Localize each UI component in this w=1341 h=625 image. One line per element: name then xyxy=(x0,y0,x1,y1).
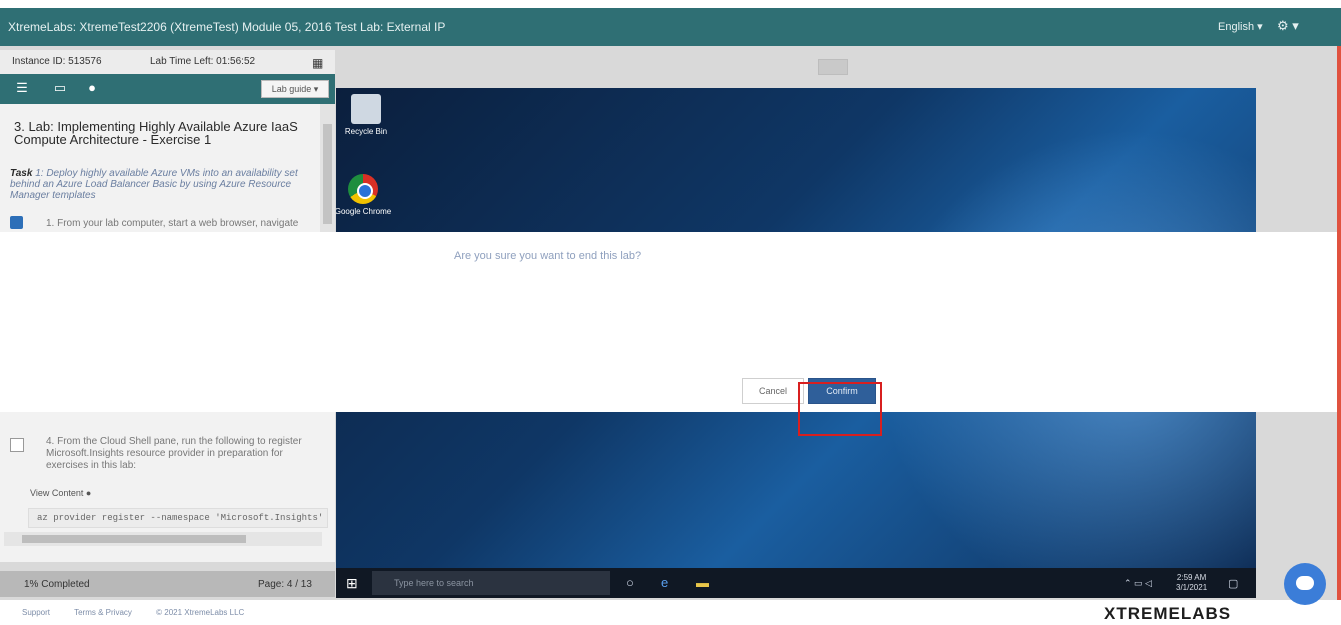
task-description: Task 1: Deploy highly available Azure VM… xyxy=(10,168,320,201)
cancel-button[interactable]: Cancel xyxy=(742,378,804,404)
horizontal-scrollbar[interactable] xyxy=(4,532,322,546)
horizontal-scrollbar-thumb[interactable] xyxy=(22,535,246,543)
edge-icon[interactable]: e xyxy=(661,575,668,590)
language-menu[interactable]: English ▾ xyxy=(1218,20,1263,33)
chrome-shortcut[interactable]: Google Chrome xyxy=(336,174,393,216)
lab-window: XtremeLabs: XtremeTest2206 (XtremeTest) … xyxy=(0,0,1341,625)
time-left: Lab Time Left: 01:56:52 xyxy=(150,56,256,67)
end-lab-dialog: Are you sure you want to end this lab? C… xyxy=(0,232,1337,412)
clock-time: 2:59 AM xyxy=(1176,573,1207,582)
title-bar: XtremeLabs: XtremeTest2206 (XtremeTest) … xyxy=(0,8,1341,46)
chrome-icon xyxy=(348,174,378,204)
step-1-text: 1. From your lab computer, start a web b… xyxy=(46,218,299,229)
recycle-bin-icon xyxy=(351,94,381,124)
windows-start-icon[interactable]: ⊞ xyxy=(346,575,358,592)
task-text: 1: Deploy highly available Azure VMs int… xyxy=(10,168,298,201)
xtremelabs-logo: XTREMELABS xyxy=(1104,604,1232,623)
keyboard-icon[interactable]: ▭ xyxy=(50,79,70,97)
progress-text: 1% Completed xyxy=(24,579,90,590)
notification-icon[interactable]: ▢ xyxy=(1228,577,1238,590)
chat-button[interactable] xyxy=(1284,563,1326,605)
step-4-checkbox[interactable] xyxy=(10,438,24,452)
chrome-label: Google Chrome xyxy=(336,207,392,216)
chat-icon xyxy=(1296,576,1314,590)
copyright-text: © 2021 XtremeLabs LLC xyxy=(156,608,245,617)
calendar-icon[interactable]: ▦ xyxy=(312,56,323,70)
vm-control-button[interactable] xyxy=(818,59,848,75)
footer-links: Support Terms & Privacy © 2021 XtremeLab… xyxy=(22,608,266,617)
taskbar-clock[interactable]: 2:59 AM 3/1/2021 xyxy=(1176,573,1207,593)
taskbar-search[interactable]: Type here to search xyxy=(372,571,610,595)
instance-id: Instance ID: 513576 xyxy=(12,56,102,67)
vm-taskbar: ⊞ Type here to search ○ e ▬ ⌃ ▭ ◁ 2:59 A… xyxy=(336,568,1256,598)
guide-select[interactable]: Lab guide ▾ xyxy=(261,80,329,98)
file-explorer-icon[interactable]: ▬ xyxy=(696,575,709,590)
user-menu[interactable]: ⚙ ▾ xyxy=(1277,18,1299,34)
vm-top-bar xyxy=(336,50,1256,88)
page-indicator: Page: 4 / 13 xyxy=(258,579,312,590)
terms-link[interactable]: Terms & Privacy xyxy=(74,608,132,617)
window-title: XtremeLabs: XtremeTest2206 (XtremeTest) … xyxy=(8,20,446,34)
right-edge-border xyxy=(1337,46,1341,606)
task-label: Task xyxy=(10,168,33,179)
guide-footer: 1% Completed Page: 4 / 13 xyxy=(0,571,335,597)
view-content-toggle[interactable]: View Content ● xyxy=(30,488,91,498)
dialog-message: Are you sure you want to end this lab? xyxy=(454,250,642,262)
lab-guide-content: 3. Lab: Implementing Highly Available Az… xyxy=(0,104,335,232)
tray-icons[interactable]: ⌃ ▭ ◁ xyxy=(1124,578,1152,589)
recycle-bin-shortcut[interactable]: Recycle Bin xyxy=(336,94,396,136)
recycle-bin-label: Recycle Bin xyxy=(344,127,388,136)
lab-guide-steps: 4. From the Cloud Shell pane, run the fo… xyxy=(0,412,335,562)
clock-date: 3/1/2021 xyxy=(1176,583,1208,592)
support-link[interactable]: Support xyxy=(22,608,50,617)
guide-scrollbar[interactable] xyxy=(320,104,335,232)
code-snippet[interactable]: az provider register --namespace 'Micros… xyxy=(28,508,328,528)
guide-toolbar: ☰ ▭ ● Lab guide ▾ xyxy=(0,74,335,104)
step-1-checkbox[interactable] xyxy=(10,216,23,229)
info-icon[interactable]: ● xyxy=(82,79,102,97)
lab-info-bar: Instance ID: 513576 Lab Time Left: 01:56… xyxy=(0,50,335,74)
task-view-icon[interactable]: ○ xyxy=(626,575,634,590)
lab-title: 3. Lab: Implementing Highly Available Az… xyxy=(14,119,298,147)
confirm-highlight-box xyxy=(798,382,882,436)
scrollbar-thumb[interactable] xyxy=(323,124,332,224)
list-icon[interactable]: ☰ xyxy=(12,79,32,97)
step-4-text: 4. From the Cloud Shell pane, run the fo… xyxy=(46,436,302,471)
